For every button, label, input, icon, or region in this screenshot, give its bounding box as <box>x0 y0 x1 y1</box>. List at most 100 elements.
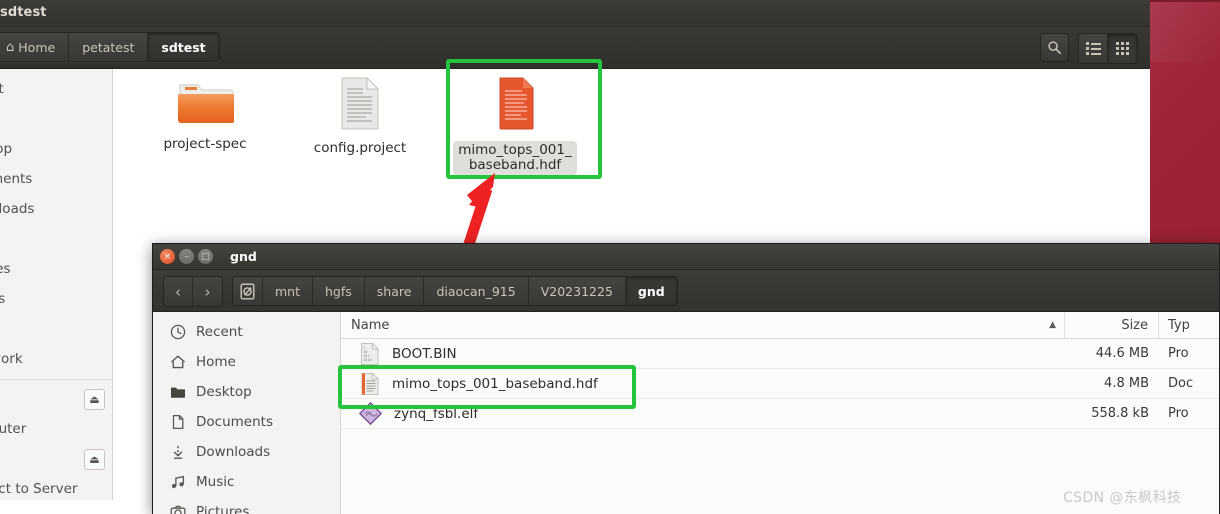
device-icon <box>240 283 255 300</box>
sidebar-item-label: Desktop <box>196 384 252 400</box>
sidebar-item-label: puter <box>0 421 27 437</box>
sidebar-item-pictures[interactable]: res <box>0 254 112 284</box>
breadcrumb-item-petatest[interactable]: petatest <box>69 33 149 61</box>
breadcrumb-label: diaocan_915 <box>436 283 516 299</box>
elf-file-icon <box>359 401 383 425</box>
home-icon: ⌂ <box>6 39 15 55</box>
breadcrumb-item-gnd[interactable]: gnd <box>625 277 677 305</box>
column-header-type[interactable]: Typ <box>1159 312 1219 338</box>
breadcrumb: ⌂ Home petatest sdtest <box>0 32 220 62</box>
text-file-icon <box>341 76 380 130</box>
file-label: project-spec <box>163 136 247 152</box>
view-mode-group <box>1078 33 1138 64</box>
sidebar-item-label: Recent <box>196 324 243 340</box>
front-sidebar: Recent Home Desktop Documents Downloads … <box>153 312 341 514</box>
sidebar-item-label: nloads <box>0 201 35 217</box>
breadcrumb-item-share[interactable]: share <box>364 277 425 305</box>
grid-view-icon <box>1116 42 1129 55</box>
maximize-button[interactable]: □ <box>198 249 213 264</box>
breadcrumb-item-hgfs[interactable]: hgfs <box>313 277 365 305</box>
sidebar-item-videos[interactable]: os <box>0 284 112 314</box>
sidebar-item-label: os <box>0 291 5 307</box>
row-type-cell: Doc <box>1168 376 1194 391</box>
sidebar-item-label: res <box>0 261 11 277</box>
camera-icon <box>169 504 186 514</box>
sidebar-item-downloads[interactable]: Downloads <box>153 437 340 467</box>
list-view-button[interactable] <box>1079 34 1108 63</box>
row-name-cell: 1 10 101 1010 BOOT.BIN <box>341 341 1065 366</box>
breadcrumb-label: V20231225 <box>540 283 613 299</box>
list-view-icon <box>1085 42 1101 55</box>
file-icon-mimo-tops-hdf[interactable]: mimo_tops_001_baseband.hdf <box>450 75 580 175</box>
sidebar-item-downloads[interactable]: nloads <box>0 194 112 224</box>
folder-icon <box>178 84 235 123</box>
nav-buttons: ‹ › <box>163 276 223 307</box>
close-button[interactable]: × <box>160 249 175 264</box>
row-type-cell: Pro <box>1168 406 1189 421</box>
sidebar-item-label: Pictures <box>196 504 250 514</box>
sidebar-item-home[interactable]: Home <box>153 347 340 377</box>
sidebar-item-label: nt <box>0 81 4 97</box>
sidebar-item-music[interactable]: Music <box>153 467 340 497</box>
breadcrumb-item-home[interactable]: ⌂ Home <box>0 33 70 61</box>
file-label-selected: mimo_tops_001_baseband.hdf <box>453 141 577 175</box>
sidebar-item-documents[interactable]: ments <box>0 164 112 194</box>
column-header-size[interactable]: Size <box>1065 312 1159 338</box>
file-icon-project-spec[interactable]: project-spec <box>140 75 270 152</box>
sidebar-item-home[interactable]: e <box>0 104 112 134</box>
download-icon <box>169 444 186 461</box>
sidebar-item-documents[interactable]: Documents <box>153 407 340 437</box>
eject-button-hgfs[interactable]: ⏏ <box>84 448 105 470</box>
breadcrumb-label: sdtest <box>161 39 206 55</box>
file-icon-config-project[interactable]: config.project <box>295 75 425 156</box>
sidebar-item-trash[interactable]: h <box>0 314 112 344</box>
svg-text:1010: 1010 <box>363 358 372 362</box>
breadcrumb-item-mnt[interactable]: mnt <box>263 277 313 305</box>
sidebar-item-music[interactable]: c <box>0 224 112 254</box>
sidebar-item-desktop[interactable]: Desktop <box>153 377 340 407</box>
background-sidebar: nt e top ments nloads c res os h work T … <box>0 69 113 514</box>
sidebar-item-cdrom[interactable]: T ⏏ <box>0 384 112 414</box>
column-label: Size <box>1121 317 1148 333</box>
breadcrumb-label: mnt <box>275 283 300 299</box>
binary-file-icon: 110 1011010 <box>361 341 380 365</box>
breadcrumb-item-device[interactable] <box>233 277 263 305</box>
folder-icon <box>169 384 186 401</box>
back-button[interactable]: ‹ <box>164 277 193 306</box>
eject-icon: ⏏ <box>89 452 100 466</box>
sidebar-item-recent[interactable]: Recent <box>153 317 340 347</box>
search-button[interactable] <box>1040 33 1069 62</box>
close-icon: × <box>163 251 172 262</box>
column-header-name[interactable]: Name ▲ <box>341 312 1065 338</box>
file-label: config.project <box>313 140 407 156</box>
table-row[interactable]: 1 10 101 1010 BOOT.BIN 44.6 MB Pro <box>341 339 1219 369</box>
sidebar-item-label: top <box>0 141 13 157</box>
forward-button[interactable]: › <box>193 277 222 306</box>
row-size-cell: 44.6 MB <box>1095 346 1149 361</box>
column-label: Typ <box>1168 317 1190 333</box>
sidebar-item-computer[interactable]: puter <box>0 414 112 444</box>
sidebar-item-network[interactable]: work <box>0 344 112 374</box>
front-window-titlebar: × – □ gnd <box>153 244 1219 270</box>
minimize-icon: – <box>184 251 189 262</box>
breadcrumb-item-sdtest[interactable]: sdtest <box>148 33 219 61</box>
toolbar-actions <box>1040 33 1138 64</box>
breadcrumb-item-diaocan-915[interactable]: diaocan_915 <box>424 277 529 305</box>
column-label: Name <box>351 317 390 333</box>
sidebar-item-hgfs[interactable]: s ⏏ <box>0 444 112 474</box>
minimize-button[interactable]: – <box>179 249 194 264</box>
breadcrumb-item-v20231225[interactable]: V20231225 <box>528 277 626 305</box>
sidebar-item-label: work <box>0 351 23 367</box>
search-icon <box>1048 41 1061 54</box>
house-icon <box>169 354 186 371</box>
screenshot-root: sdtest ⌂ Home petatest sdtest p ents oad… <box>0 0 1220 514</box>
grid-view-button[interactable] <box>1108 34 1137 63</box>
sidebar-item-pictures[interactable]: Pictures <box>153 497 340 514</box>
sidebar-item-recent[interactable]: nt <box>0 74 112 104</box>
table-row[interactable]: mimo_tops_001_baseband.hdf 4.8 MB Doc <box>341 369 1219 399</box>
row-size-cell: 4.8 MB <box>1104 376 1149 391</box>
sidebar-item-desktop[interactable]: top <box>0 134 112 164</box>
table-row[interactable]: zynq_fsbl.elf 558.8 kB Pro <box>341 399 1219 429</box>
sidebar-item-label: ments <box>0 171 33 187</box>
eject-button-cdrom[interactable]: ⏏ <box>84 388 105 410</box>
